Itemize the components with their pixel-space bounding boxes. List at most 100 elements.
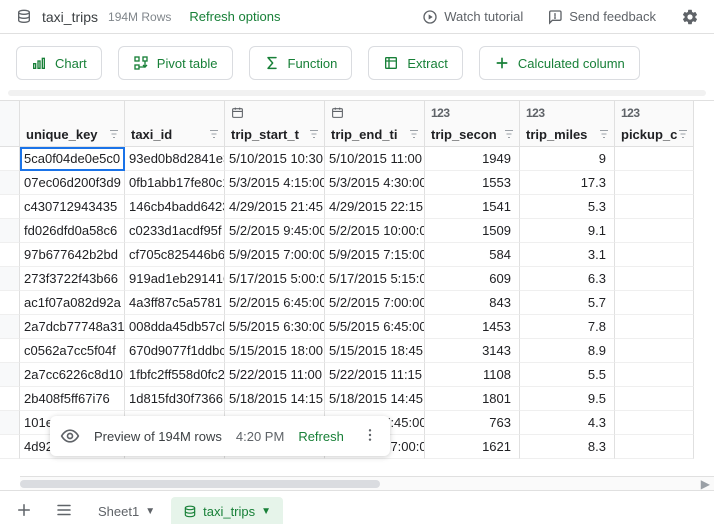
sheet-tab-active[interactable]: taxi_trips ▼: [171, 497, 283, 524]
refresh-options-link[interactable]: Refresh options: [189, 9, 280, 24]
cell[interactable]: c430712943435: [20, 195, 125, 219]
calculated-column-button[interactable]: Calculated column: [479, 46, 640, 80]
cell[interactable]: 273f3722f43b66: [20, 267, 125, 291]
preview-more-button[interactable]: [358, 427, 382, 446]
cell[interactable]: 1949: [425, 147, 520, 171]
cell[interactable]: 5/17/2015 5:15:0: [325, 267, 425, 291]
cell[interactable]: 5/17/2015 5:00:0: [225, 267, 325, 291]
cell[interactable]: 5.5: [520, 363, 615, 387]
cell[interactable]: 2b408f5ff67i76: [20, 387, 125, 411]
cell[interactable]: 4a3ff87c5a5781: [125, 291, 225, 315]
cell[interactable]: 5/5/2015 6:45:00: [325, 315, 425, 339]
filter-icon[interactable]: [408, 128, 420, 140]
cell[interactable]: 7.8: [520, 315, 615, 339]
cell[interactable]: 5/3/2015 4:30:00: [325, 171, 425, 195]
filter-icon[interactable]: [598, 128, 610, 140]
cell[interactable]: 5/5/2015 6:30:00: [225, 315, 325, 339]
watch-tutorial-link[interactable]: Watch tutorial: [422, 9, 523, 25]
cell[interactable]: 5/10/2015 10:30: [225, 147, 325, 171]
cell[interactable]: 008dda45db57cb: [125, 315, 225, 339]
pivot-table-button[interactable]: Pivot table: [118, 46, 233, 80]
cell[interactable]: 5/2/2015 7:00:00: [325, 291, 425, 315]
cell[interactable]: c0233d1acdf95f: [125, 219, 225, 243]
all-sheets-button[interactable]: [46, 495, 82, 524]
chart-button[interactable]: Chart: [16, 46, 102, 80]
horizontal-scrollbar[interactable]: ▶: [20, 476, 714, 490]
column-header[interactable]: 123 trip_miles: [520, 101, 615, 147]
filter-icon[interactable]: [208, 128, 220, 140]
cell[interactable]: 5/2/2015 9:45:00: [225, 219, 325, 243]
select-all-corner[interactable]: [0, 101, 20, 147]
cell[interactable]: 4/29/2015 21:45: [225, 195, 325, 219]
cell[interactable]: 5/10/2015 11:00: [325, 147, 425, 171]
row-header[interactable]: [0, 387, 20, 411]
cell[interactable]: 2a7cc6226c8d10: [20, 363, 125, 387]
cell[interactable]: 919ad1eb291416: [125, 267, 225, 291]
row-header[interactable]: [0, 267, 20, 291]
row-header[interactable]: [0, 195, 20, 219]
cell[interactable]: 17.3: [520, 171, 615, 195]
cell[interactable]: [615, 195, 694, 219]
cell[interactable]: ac1f07a082d92a: [20, 291, 125, 315]
cell[interactable]: 1108: [425, 363, 520, 387]
cell[interactable]: 97b677642b2bd: [20, 243, 125, 267]
cell[interactable]: 146cb4badd64238: [125, 195, 225, 219]
cell[interactable]: 1fbfc2ff558d0fc2: [125, 363, 225, 387]
cell[interactable]: [615, 267, 694, 291]
cell[interactable]: 3.1: [520, 243, 615, 267]
cell[interactable]: 1453: [425, 315, 520, 339]
cell[interactable]: 3143: [425, 339, 520, 363]
cell[interactable]: 5/22/2015 11:00: [225, 363, 325, 387]
column-header[interactable]: 123 pickup_c: [615, 101, 694, 147]
cell[interactable]: 1541: [425, 195, 520, 219]
cell[interactable]: 9.5: [520, 387, 615, 411]
cell[interactable]: 763: [425, 411, 520, 435]
cell[interactable]: 93ed0b8d2841e3: [125, 147, 225, 171]
cell[interactable]: 8.9: [520, 339, 615, 363]
cell[interactable]: [615, 147, 694, 171]
cell[interactable]: [615, 435, 694, 459]
cell[interactable]: [615, 219, 694, 243]
cell[interactable]: 07ec06d200f3d9: [20, 171, 125, 195]
row-header[interactable]: [0, 315, 20, 339]
column-header[interactable]: taxi_id: [125, 101, 225, 147]
cell[interactable]: 0fb1abb17fe80c1: [125, 171, 225, 195]
cell[interactable]: 5/9/2015 7:00:00: [225, 243, 325, 267]
cell[interactable]: [615, 363, 694, 387]
cell[interactable]: c0562a7cc5f04f: [20, 339, 125, 363]
cell[interactable]: 5.7: [520, 291, 615, 315]
cell[interactable]: 5ca0f04de0e5c0: [20, 147, 125, 171]
cell[interactable]: 2a7dcb77748a31: [20, 315, 125, 339]
cell[interactable]: 1621: [425, 435, 520, 459]
cell[interactable]: 1553: [425, 171, 520, 195]
cell[interactable]: 6.3: [520, 267, 615, 291]
cell[interactable]: [615, 243, 694, 267]
scroll-right-arrow[interactable]: ▶: [701, 477, 714, 490]
cell[interactable]: [615, 315, 694, 339]
cell[interactable]: [615, 339, 694, 363]
row-header[interactable]: [0, 243, 20, 267]
settings-button[interactable]: [680, 7, 700, 27]
cell[interactable]: 5/15/2015 18:00: [225, 339, 325, 363]
cell[interactable]: 5.3: [520, 195, 615, 219]
filter-icon[interactable]: [677, 128, 689, 140]
cell[interactable]: 670d9077f1ddbc6: [125, 339, 225, 363]
column-header[interactable]: unique_key: [20, 101, 125, 147]
cell[interactable]: 8.3: [520, 435, 615, 459]
cell[interactable]: 4/29/2015 22:15: [325, 195, 425, 219]
send-feedback-link[interactable]: Send feedback: [547, 9, 656, 25]
extract-button[interactable]: Extract: [368, 46, 462, 80]
cell[interactable]: [615, 171, 694, 195]
cell[interactable]: 5/3/2015 4:15:00: [225, 171, 325, 195]
row-header[interactable]: [0, 339, 20, 363]
cell[interactable]: 5/9/2015 7:15:00: [325, 243, 425, 267]
scrollbar-thumb[interactable]: [20, 480, 380, 488]
cell[interactable]: [615, 387, 694, 411]
cell[interactable]: 5/2/2015 6:45:00: [225, 291, 325, 315]
cell[interactable]: 843: [425, 291, 520, 315]
column-header[interactable]: trip_end_ti: [325, 101, 425, 147]
column-header[interactable]: 123 trip_secon: [425, 101, 520, 147]
cell[interactable]: cf705c825446b66: [125, 243, 225, 267]
cell[interactable]: 9.1: [520, 219, 615, 243]
cell[interactable]: [615, 291, 694, 315]
